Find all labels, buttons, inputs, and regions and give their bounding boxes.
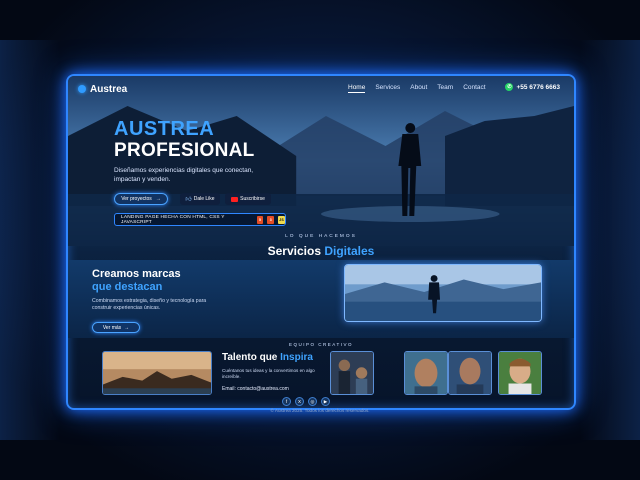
- services-title: Servicios Digitales: [68, 244, 574, 258]
- tech-stack-label: LANDING PAGE HECHA CON HTML, CSS Y JAVAS…: [121, 214, 225, 225]
- hero-title-line2: PROFESIONAL: [114, 140, 255, 161]
- nav-link-home[interactable]: Home: [348, 84, 366, 93]
- background-glow-right: [580, 40, 640, 440]
- see-more-label: Ver más: [102, 324, 122, 331]
- footer-copyright: © Austrea 2025. Todos los derechos reser…: [270, 408, 370, 413]
- band-title-line2: que destacan: [92, 281, 163, 293]
- phone-contact[interactable]: ✆ +55 6776 6663: [505, 83, 560, 91]
- hero-title-line1: AUSTREA: [114, 118, 215, 140]
- contact-email[interactable]: Email: contacto@austrea.com: [222, 386, 289, 392]
- rocky-coast-image: [102, 351, 212, 395]
- x-twitter-icon[interactable]: X: [295, 397, 304, 406]
- team-photo-4: [498, 351, 542, 395]
- nav-link-team[interactable]: Team: [437, 84, 453, 93]
- landing-page-frame: Austrea Home Services About Team Contact…: [66, 74, 576, 410]
- youtube-icon: [231, 196, 239, 202]
- top-nav: Austrea: [68, 76, 574, 102]
- services-title-accent: Digitales: [324, 244, 375, 258]
- nav-link-contact[interactable]: Contact: [463, 84, 485, 93]
- brand-logo[interactable]: Austrea: [78, 84, 127, 95]
- team-photo-3: [448, 351, 492, 395]
- brand-name: Austrea: [90, 83, 128, 95]
- see-more-button[interactable]: Ver más →: [92, 322, 140, 333]
- team-title: Talento que Inspira: [222, 352, 313, 363]
- team-photo-2: [404, 351, 448, 395]
- services-eyebrow: LO QUE HACEMOS: [285, 234, 357, 239]
- css3-icon: 3: [267, 215, 275, 224]
- whatsapp-icon: ✆: [505, 83, 514, 91]
- subscribe-label: Suscribirse: [240, 196, 265, 202]
- team-photo-1: [330, 351, 374, 395]
- youtube-icon[interactable]: ▶: [321, 397, 330, 406]
- thumbs-up-icon: 👍︎: [185, 197, 192, 203]
- arrow-right-icon: →: [124, 324, 130, 331]
- team-eyebrow: EQUIPO CREATIVO: [289, 342, 353, 347]
- phone-number: +55 6776 6663: [516, 83, 560, 91]
- team-title-accent: Inspira: [280, 352, 313, 363]
- social-links: f X ◎ ▶: [282, 397, 330, 406]
- subscribe-button[interactable]: Suscribirse: [225, 193, 271, 205]
- html5-icon: 5: [256, 215, 264, 224]
- javascript-icon: JS: [278, 215, 286, 224]
- services-title-plain: Servicios: [267, 244, 321, 258]
- arrow-right-icon: →: [155, 196, 161, 202]
- background-glow-left: [0, 40, 60, 440]
- instagram-icon[interactable]: ◎: [308, 397, 317, 406]
- like-label: Dale Like: [193, 196, 215, 202]
- band-description: Combinamos estrategia, diseño y tecnolog…: [92, 298, 207, 311]
- view-projects-button[interactable]: Ver proyectos →: [114, 193, 168, 205]
- view-projects-label: Ver proyectos: [121, 196, 152, 202]
- lake-silhouette-image: [344, 264, 542, 322]
- tech-stack-pill: LANDING PAGE HECHA CON HTML, CSS Y JAVAS…: [114, 213, 286, 226]
- nav-link-about[interactable]: About: [410, 84, 427, 93]
- band-title-line1: Creamos marcas: [92, 268, 181, 280]
- facebook-icon[interactable]: f: [282, 397, 291, 406]
- team-description: Cuéntanos tus ideas y la convertimos en …: [222, 368, 315, 379]
- hero-subtitle: Diseñamos experiencias digitales que con…: [114, 167, 254, 183]
- like-button[interactable]: 👍︎ Dale Like: [180, 193, 220, 205]
- team-title-plain: Talento que: [222, 352, 278, 363]
- nav-links: Home Services About Team Contact: [348, 84, 486, 93]
- nav-link-services[interactable]: Services: [375, 84, 400, 93]
- logo-icon: [78, 85, 86, 93]
